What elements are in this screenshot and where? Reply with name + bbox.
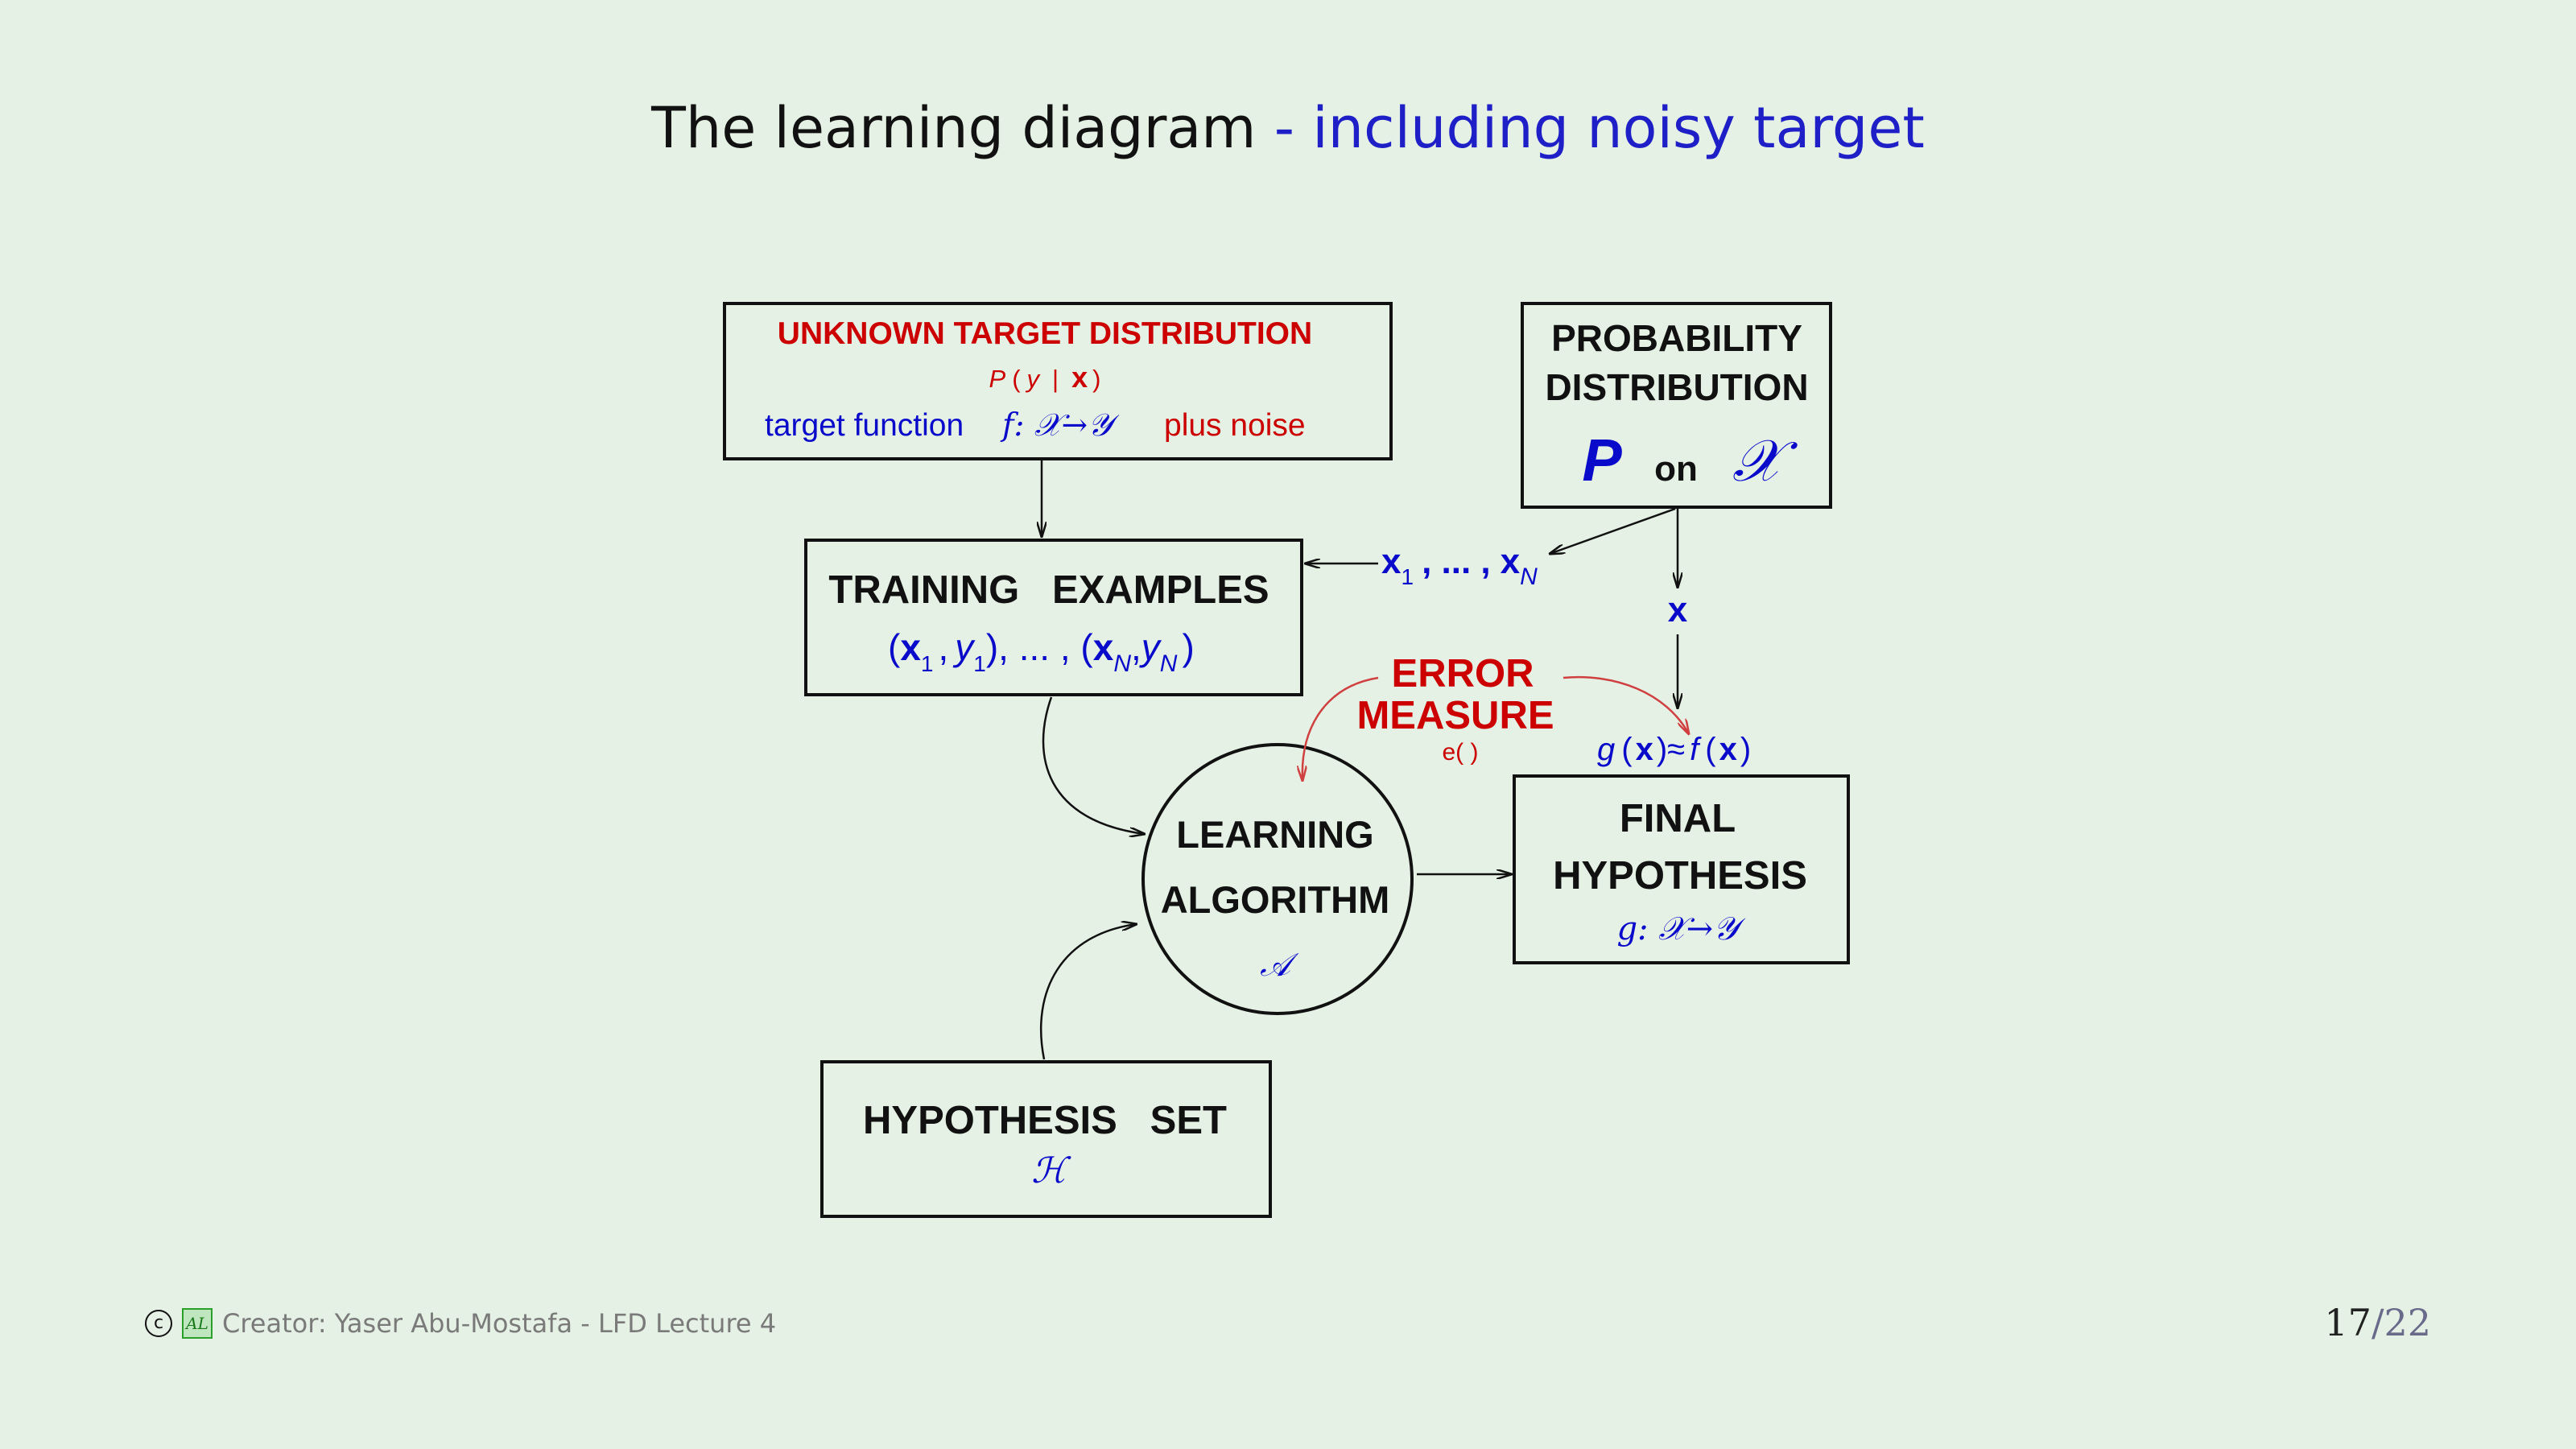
formula-p: P	[989, 365, 1006, 393]
error-measure-line2: MEASURE	[1356, 694, 1554, 737]
samples-xN: x	[1501, 542, 1521, 581]
learning-algorithm-line1: LEARNING	[1176, 813, 1373, 856]
probability-distribution-box: PROBABILITY DISTRIBUTION P on 𝒳	[1521, 302, 1832, 509]
target-distribution-box: UNKNOWN TARGET DISTRIBUTION P(y | x) targe…	[723, 302, 1393, 460]
error-measure-line1: ERROR	[1392, 652, 1534, 696]
learning-algorithm-circle: LEARNING ALGORITHM 𝒜	[1141, 743, 1414, 1015]
formula-bar: |	[1052, 365, 1059, 393]
hypothesis-set-heading: HYPOTHESIS SET	[863, 1099, 1227, 1142]
copyright-icon: c	[145, 1310, 172, 1337]
approx-rp: )	[1657, 732, 1667, 767]
amlbook-logo-icon: AL	[182, 1308, 213, 1339]
samples-sub1: 1	[1401, 564, 1414, 589]
target-distribution-formula: P(y | x)	[989, 361, 1101, 394]
samples-subN: N	[1520, 564, 1538, 590]
tr-comma2: ,	[1131, 626, 1141, 668]
approx-sign: ≈	[1667, 732, 1685, 767]
tr-sub1: 1	[921, 651, 934, 676]
probability-x-symbol: 𝒳	[1732, 427, 1798, 494]
formula-y: y	[1026, 365, 1042, 393]
footer: c AL Creator: Yaser Abu-Mostafa - LFD Le…	[145, 1308, 776, 1339]
tr-subNb: N	[1160, 650, 1178, 677]
approx-f: f	[1690, 732, 1702, 767]
learning-algorithm-symbol: 𝒜	[1260, 947, 1299, 984]
approx-x: x	[1636, 732, 1653, 767]
tr-open1: (	[888, 626, 901, 668]
training-examples-formula: (x1, y1), ... , (xN,yN)	[888, 626, 1195, 677]
tr-sub1b: 1	[973, 651, 986, 676]
approximation-label: g(x)≈ f(x)	[1597, 732, 1751, 767]
page-number: 17/22	[2324, 1301, 2431, 1344]
tr-mid: ), ... , (	[986, 626, 1094, 668]
page-total: 22	[2384, 1301, 2431, 1344]
arrow-probability-to-samples	[1550, 507, 1676, 554]
tr-x1: x	[900, 626, 921, 668]
final-hypothesis-formula: g: 𝒳→𝒴	[1616, 910, 1746, 947]
arrow-error-to-approximation	[1563, 675, 1689, 734]
probability-p-symbol: P	[1582, 427, 1622, 493]
learning-diagram: UNKNOWN TARGET DISTRIBUTION P(y | x) targe…	[723, 302, 1850, 1218]
probability-on-label: on	[1654, 449, 1698, 489]
tr-close: )	[1182, 626, 1194, 668]
target-function-formula: f: 𝒳→𝒴	[1000, 407, 1120, 444]
target-distribution-heading: UNKNOWN TARGET DISTRIBUTION	[778, 316, 1312, 351]
approx-rp2: )	[1740, 732, 1751, 767]
footer-creator: Creator: Yaser Abu-Mostafa - LFD Lecture…	[222, 1308, 777, 1339]
approx-lp2: (	[1705, 732, 1716, 767]
formula-x: x	[1071, 361, 1088, 394]
arrow-hypothesis-set-to-learning	[1040, 924, 1137, 1060]
tr-yN: y	[1139, 626, 1162, 668]
target-function-label: target function	[765, 408, 964, 443]
hypothesis-set-symbol: ℋ	[1031, 1150, 1071, 1191]
single-input-x-label: x	[1668, 590, 1688, 630]
probability-line2: DISTRIBUTION	[1545, 366, 1808, 408]
page-current: 17	[2324, 1301, 2372, 1344]
final-hypothesis-line2: HYPOTHESIS	[1553, 854, 1807, 898]
final-hypothesis-line1: FINAL	[1620, 797, 1736, 840]
tr-comma: ,	[939, 626, 949, 668]
samples-x1: x	[1381, 542, 1402, 581]
hypothesis-set-box: HYPOTHESIS SET ℋ	[820, 1060, 1272, 1218]
input-samples-label: x1, ... , xN	[1381, 542, 1538, 590]
error-measure-func: e( )	[1443, 739, 1479, 766]
samples-mid: , ... ,	[1422, 542, 1491, 581]
tr-y1: y	[952, 626, 976, 668]
approx-g: g	[1597, 732, 1615, 767]
learning-algorithm-line2: ALGORITHM	[1161, 878, 1390, 921]
tr-subN: N	[1113, 650, 1131, 677]
approx-lp: (	[1621, 732, 1633, 767]
training-examples-box: TRAINING EXAMPLES (x1, y1), ... , (xN,yN)	[804, 539, 1303, 696]
probability-line1: PROBABILITY	[1551, 317, 1802, 359]
formula-open: (	[1012, 365, 1021, 393]
page-sep: /	[2371, 1301, 2384, 1344]
tr-xN: x	[1093, 626, 1114, 668]
formula-close: )	[1092, 365, 1100, 393]
approx-x2: x	[1719, 732, 1737, 767]
arrow-training-to-learning	[1042, 696, 1145, 834]
plus-noise-label: plus noise	[1164, 408, 1306, 443]
training-examples-heading: TRAINING EXAMPLES	[828, 568, 1269, 612]
final-hypothesis-box: FINAL HYPOTHESIS g: 𝒳→𝒴	[1513, 774, 1850, 964]
